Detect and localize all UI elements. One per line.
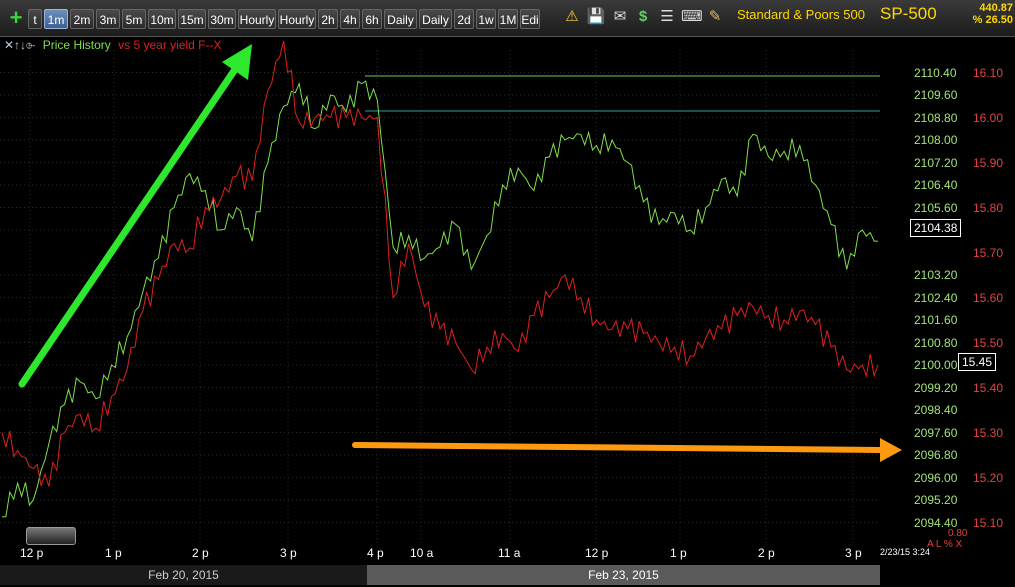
tab-2d-15[interactable]: 2d xyxy=(454,9,474,29)
annotation-up-arrow-head xyxy=(222,44,252,80)
symbol-name: Standard & Poors 500 xyxy=(737,7,865,22)
price-tick-17: 2096.00 xyxy=(914,470,958,485)
time-tick-7: 12 p xyxy=(585,546,609,560)
price-tick-0: 2110.40 xyxy=(914,65,957,80)
time-tick-4: 4 p xyxy=(367,546,384,560)
legend-controls-icon[interactable]: ✕↑↓⌱ xyxy=(4,38,35,52)
yield-tick-2: 15.90 xyxy=(973,155,1004,170)
scroll-handle[interactable] xyxy=(26,527,76,545)
date-left: Feb 20, 2015 xyxy=(0,565,367,585)
toolbar: + t 1m 2m 3m 5m 10m 15m 30m Hourly Hourly 2h 4h 6h Da… xyxy=(0,0,1015,37)
tab-hourly-9[interactable]: Hourly xyxy=(278,9,316,29)
tab-15m-6[interactable]: 15m xyxy=(178,9,206,29)
price-tick-9: 2102.40 xyxy=(914,290,958,305)
price-tick-14: 2098.40 xyxy=(914,403,958,417)
quote-change: % 26.50 xyxy=(972,14,1013,26)
price-tick-3: 2108.00 xyxy=(914,133,958,147)
yield-tick-8: 15.30 xyxy=(973,425,1004,440)
dollar-icon[interactable]: $ xyxy=(633,7,653,27)
annotation-right-arrow xyxy=(352,442,885,453)
price-tick-16: 2096.80 xyxy=(914,448,958,462)
tab-3m-3[interactable]: 3m xyxy=(96,9,120,29)
price-tick-8: 2103.20 xyxy=(914,268,958,282)
legend-price-history[interactable]: Price History xyxy=(43,38,111,52)
pencil-icon[interactable]: ✎ xyxy=(705,7,725,27)
timestamp: 2/23/15 3:24 xyxy=(880,547,931,557)
price-tick-1: 2109.60 xyxy=(914,88,958,102)
list-icon[interactable]: ☰ xyxy=(657,7,677,27)
save-icon[interactable]: 💾 xyxy=(586,7,606,27)
time-tick-0: 12 p xyxy=(20,546,44,560)
alert-icon[interactable]: ⚠ xyxy=(562,7,582,27)
yield-tick-7: 15.40 xyxy=(973,380,1004,395)
tab-t-0[interactable]: t xyxy=(28,9,42,29)
tab-5m-4[interactable]: 5m xyxy=(122,9,146,29)
time-axis: 12 p 1 p 2 p 3 p 4 p 10 a 11 a 12 p 1 p 2 p 3 p xyxy=(0,545,880,565)
time-tick-10: 3 p xyxy=(845,546,862,560)
tab-daily-14[interactable]: Daily xyxy=(419,9,452,29)
tab-1m-17[interactable]: 1M xyxy=(498,9,518,29)
quote-value: 440.87 xyxy=(979,2,1013,14)
tab-hourly-8[interactable]: Hourly xyxy=(238,9,276,29)
tab-4h-11[interactable]: 4h xyxy=(340,9,360,29)
price-tick-11: 2100.80 xyxy=(914,335,958,350)
quote-box: 440.87 % 26.50 xyxy=(973,2,1013,26)
price-tick-13: 2099.20 xyxy=(914,380,958,395)
price-tick-2: 2108.80 xyxy=(914,110,958,125)
time-tick-8: 1 p xyxy=(670,546,687,560)
legend-yield[interactable]: vs 5 year yield F xyxy=(118,38,205,52)
annotation-right-arrow-head xyxy=(880,438,902,462)
tab-daily-13[interactable]: Daily xyxy=(384,9,417,29)
tab-30m-7[interactable]: 30m xyxy=(208,9,236,29)
alx-value: 0.80 xyxy=(948,528,968,539)
chart-legend: ✕↑↓⌱ Price History vs 5 year yield F--X xyxy=(4,38,226,53)
tab-edi-18[interactable]: Edi xyxy=(520,9,540,29)
time-tick-9: 2 p xyxy=(758,546,775,560)
yield-tick-4: 15.70 xyxy=(973,245,1004,260)
price-tick-15: 2097.60 xyxy=(914,425,958,440)
tab-2m-2[interactable]: 2m xyxy=(70,9,94,29)
keyboard-icon[interactable]: ⌨ xyxy=(681,7,703,27)
price-badge: 2104.38 xyxy=(910,219,962,237)
yield-tick-10: 15.10 xyxy=(973,515,1004,530)
legend-yield-tail: --X xyxy=(205,38,222,52)
yield-tick-0: 16.10 xyxy=(973,65,1004,80)
yield-tick-3: 15.80 xyxy=(973,200,1004,215)
symbol: SP-500 xyxy=(880,4,937,23)
yield-tick-5: 15.60 xyxy=(973,290,1004,305)
price-tick-10: 2101.60 xyxy=(914,313,958,327)
time-tick-6: 11 a xyxy=(498,546,521,560)
tab-1w-16[interactable]: 1w xyxy=(476,9,496,29)
price-history-line xyxy=(1,80,879,518)
add-chart-icon[interactable]: + xyxy=(6,7,26,29)
yield-line xyxy=(1,40,879,487)
mail-icon[interactable]: ✉ xyxy=(610,7,630,27)
annotation-up-arrow xyxy=(18,58,244,388)
tab-10m-5[interactable]: 10m xyxy=(148,9,176,29)
tab-1m-1[interactable]: 1m xyxy=(44,9,68,29)
price-tick-18: 2095.20 xyxy=(914,493,958,507)
time-tick-3: 3 p xyxy=(280,546,297,560)
yield-tick-9: 15.20 xyxy=(973,470,1004,485)
yield-tick-6: 15.50 xyxy=(973,335,1004,350)
time-tick-1: 1 p xyxy=(105,546,122,560)
yield-badge: 15.45 xyxy=(958,353,997,371)
date-bar: Feb 20, 2015 Feb 23, 2015 xyxy=(0,565,880,585)
price-tick-12: 2100.00 xyxy=(914,358,958,372)
yield-tick-1: 16.00 xyxy=(973,110,1004,125)
time-tick-2: 2 p xyxy=(192,546,209,560)
tab-6h-12[interactable]: 6h xyxy=(362,9,382,29)
alx-indicator: 0.80 A L % X xyxy=(927,528,967,550)
price-tick-5: 2106.40 xyxy=(914,178,958,192)
time-tick-5: 10 a xyxy=(410,546,434,560)
price-tick-6: 2105.60 xyxy=(914,200,958,215)
date-right: Feb 23, 2015 xyxy=(367,565,880,585)
price-tick-4: 2107.20 xyxy=(914,155,958,170)
tab-2h-10[interactable]: 2h xyxy=(318,9,338,29)
price-chart[interactable] xyxy=(0,0,1015,587)
alx-label[interactable]: A L % X xyxy=(927,539,967,550)
